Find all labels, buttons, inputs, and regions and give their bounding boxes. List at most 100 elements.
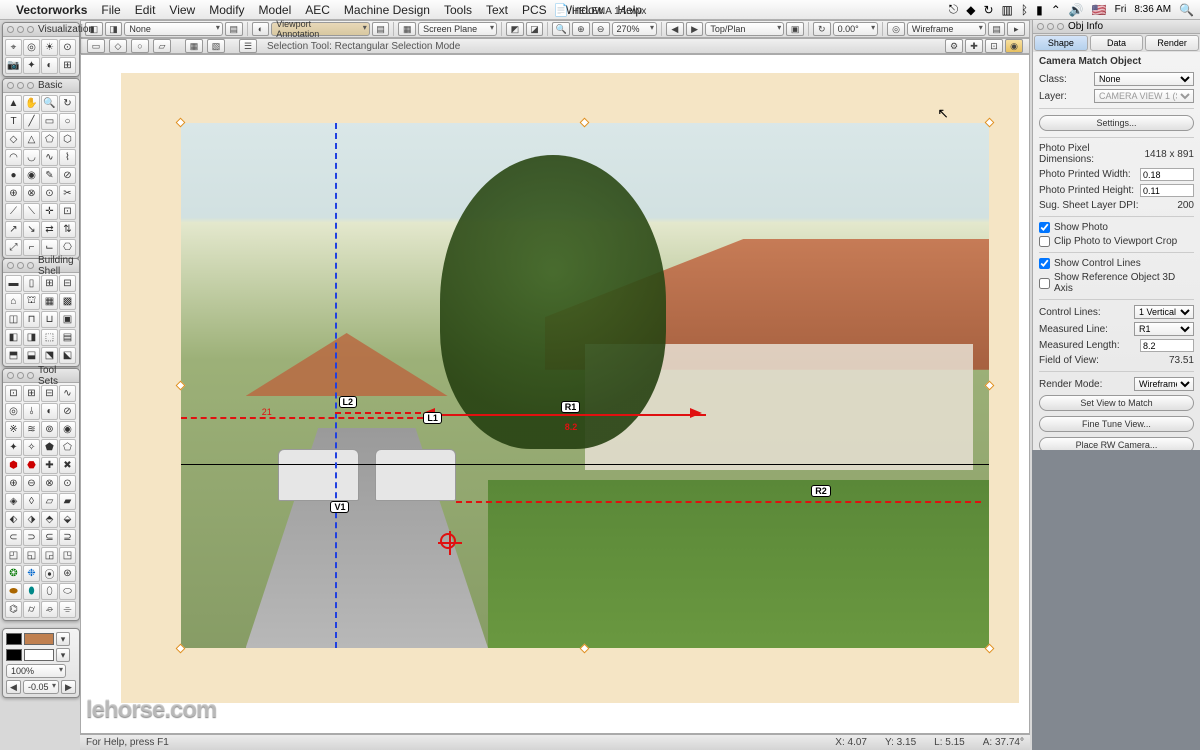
tool-icon[interactable]: ⌐ <box>23 239 40 256</box>
tool-icon[interactable]: ⟋ <box>5 203 22 220</box>
menu-model[interactable]: Model <box>259 3 292 17</box>
tool-rect-icon[interactable]: ▭ <box>41 113 58 130</box>
tool-icon[interactable]: ▰ <box>59 493 76 510</box>
tool-icon[interactable]: ⊟ <box>59 275 76 292</box>
render-dropdown[interactable]: Wireframe <box>907 22 986 36</box>
zoom-out-btn[interactable]: ⊖ <box>592 22 610 36</box>
tool-icon[interactable]: ◱ <box>23 547 40 564</box>
tool-flyover-icon[interactable]: ↻ <box>59 95 76 112</box>
tool-icon[interactable]: ▦ <box>41 293 58 310</box>
tool-icon[interactable]: ⬠ <box>59 439 76 456</box>
show-control-checkbox[interactable] <box>1039 258 1050 269</box>
clip-photo-check[interactable]: Clip Photo to Viewport Crop <box>1039 236 1194 247</box>
zoom-in-btn[interactable]: ⊕ <box>572 22 590 36</box>
show-control-check[interactable]: Show Control Lines <box>1039 258 1194 269</box>
rotate-btn[interactable]: ↻ <box>813 22 831 36</box>
tool-door-icon[interactable]: ▯ <box>23 275 40 292</box>
menu-edit[interactable]: Edit <box>135 3 156 17</box>
clock-day[interactable]: Fri <box>1115 4 1127 15</box>
tool-icon[interactable]: ❉ <box>23 565 40 582</box>
tool-icon[interactable]: ✦ <box>23 57 40 74</box>
tool-icon[interactable]: ⊕ <box>5 185 22 202</box>
selection-handle[interactable] <box>985 644 995 654</box>
tool-icon[interactable]: ⦿ <box>41 565 58 582</box>
toolbar-btn[interactable]: ▤ <box>988 22 1006 36</box>
tool-icon[interactable]: ⊘ <box>59 167 76 184</box>
tool-icon[interactable]: ⟍ <box>23 203 40 220</box>
tool-icon[interactable]: ≋ <box>23 421 40 438</box>
tool-pan-icon[interactable]: ✋ <box>23 95 40 112</box>
tool-icon[interactable]: ↗ <box>5 221 22 238</box>
tool-icon[interactable]: ⌂ <box>5 293 22 310</box>
fine-tune-button[interactable]: Fine Tune View... <box>1039 416 1194 432</box>
tool-icon[interactable]: ⬔ <box>41 347 58 364</box>
toolbar-btn[interactable]: ▤ <box>372 22 390 36</box>
sel-mode-btn[interactable]: ▱ <box>153 39 171 53</box>
tool-icon[interactable]: ◐ <box>41 403 58 420</box>
class-select[interactable]: None <box>1094 72 1194 86</box>
tool-icon[interactable]: ✚ <box>41 457 58 474</box>
toolbar-btn[interactable]: ◨ <box>105 22 123 36</box>
tool-icon[interactable]: ◊ <box>23 493 40 510</box>
toolbar-btn[interactable]: ⚙ <box>945 39 963 53</box>
tool-icon[interactable]: 📷 <box>5 57 22 74</box>
left-vanishing-line[interactable] <box>181 417 423 419</box>
tool-icon[interactable]: ↘ <box>23 221 40 238</box>
sel-mode-btn[interactable]: ○ <box>131 39 149 53</box>
tool-icon[interactable]: ⬖ <box>5 511 22 528</box>
tool-icon[interactable]: ◨ <box>23 329 40 346</box>
tool-icon[interactable]: ⬓ <box>23 347 40 364</box>
tool-icon[interactable]: ⬡ <box>59 131 76 148</box>
menu-aec[interactable]: AEC <box>305 3 330 17</box>
tool-icon[interactable]: ⬮ <box>23 583 40 600</box>
battery-icon[interactable]: ▮ <box>1036 3 1043 17</box>
tool-icon[interactable]: ⊞ <box>59 57 76 74</box>
menu-view[interactable]: View <box>169 3 195 17</box>
tool-icon[interactable]: ⊘ <box>59 403 76 420</box>
tool-icon[interactable]: ⤢ <box>5 239 22 256</box>
menu-text[interactable]: Text <box>486 3 508 17</box>
tool-icon[interactable]: ⊛ <box>59 565 76 582</box>
tool-icon[interactable]: ⊡ <box>5 385 22 402</box>
tool-icon[interactable]: ∿ <box>41 149 58 166</box>
tool-icon[interactable]: ⬚ <box>41 329 58 346</box>
tool-icon[interactable]: ✎ <box>41 167 58 184</box>
tool-icon[interactable]: ⊂ <box>5 529 22 546</box>
tool-icon[interactable]: ⌬ <box>5 601 22 618</box>
toolbar-btn[interactable]: ✚ <box>965 39 983 53</box>
r1-line[interactable] <box>423 414 706 416</box>
toolbar-btn[interactable]: ▤ <box>225 22 243 36</box>
sel-mode-btn[interactable]: ☰ <box>239 39 257 53</box>
pen-menu-icon[interactable]: ▾ <box>56 648 70 662</box>
tool-icon[interactable]: ▣ <box>59 311 76 328</box>
origin-target-icon[interactable] <box>440 533 456 549</box>
l-line[interactable] <box>335 412 432 414</box>
display-icon[interactable]: ▥ <box>1002 3 1013 17</box>
show-photo-check[interactable]: Show Photo <box>1039 222 1194 233</box>
set-view-button[interactable]: Set View to Match <box>1039 395 1194 411</box>
tool-icon[interactable]: ⌖ <box>5 39 22 56</box>
line-weight[interactable]: -0.05 <box>23 680 59 694</box>
tool-icon[interactable]: ⊗ <box>23 185 40 202</box>
tool-icon[interactable]: ◇ <box>5 131 22 148</box>
tool-icon[interactable]: ⬒ <box>5 347 22 364</box>
show-ref-checkbox[interactable] <box>1039 278 1050 289</box>
tool-icon[interactable]: ◎ <box>23 39 40 56</box>
tool-icon[interactable]: ⇅ <box>59 221 76 238</box>
r2-line[interactable] <box>456 501 981 503</box>
menu-pcs[interactable]: PCS <box>522 3 547 17</box>
toolbar-btn[interactable]: ⊡ <box>985 39 1003 53</box>
drawing-canvas[interactable]: L2 L1 R1 R2 V1 8.2 21 ↖ <box>80 54 1030 734</box>
rm-select[interactable]: Wireframe <box>1134 377 1194 391</box>
tool-icon[interactable]: ⌙ <box>41 239 58 256</box>
tool-icon[interactable]: ⬟ <box>41 439 58 456</box>
tool-window-icon[interactable]: ⊞ <box>41 275 58 292</box>
clip-photo-checkbox[interactable] <box>1039 236 1050 247</box>
tool-icon[interactable]: ⊆ <box>41 529 58 546</box>
fill-swatch[interactable] <box>6 633 22 645</box>
spotlight-icon[interactable]: 🔍 <box>1179 3 1194 17</box>
toolbar-btn[interactable]: ◩ <box>506 22 524 36</box>
zoom-btn[interactable]: 🔍 <box>552 22 570 36</box>
tool-icon[interactable]: ◧ <box>5 329 22 346</box>
node-l1[interactable]: L1 <box>423 412 442 424</box>
